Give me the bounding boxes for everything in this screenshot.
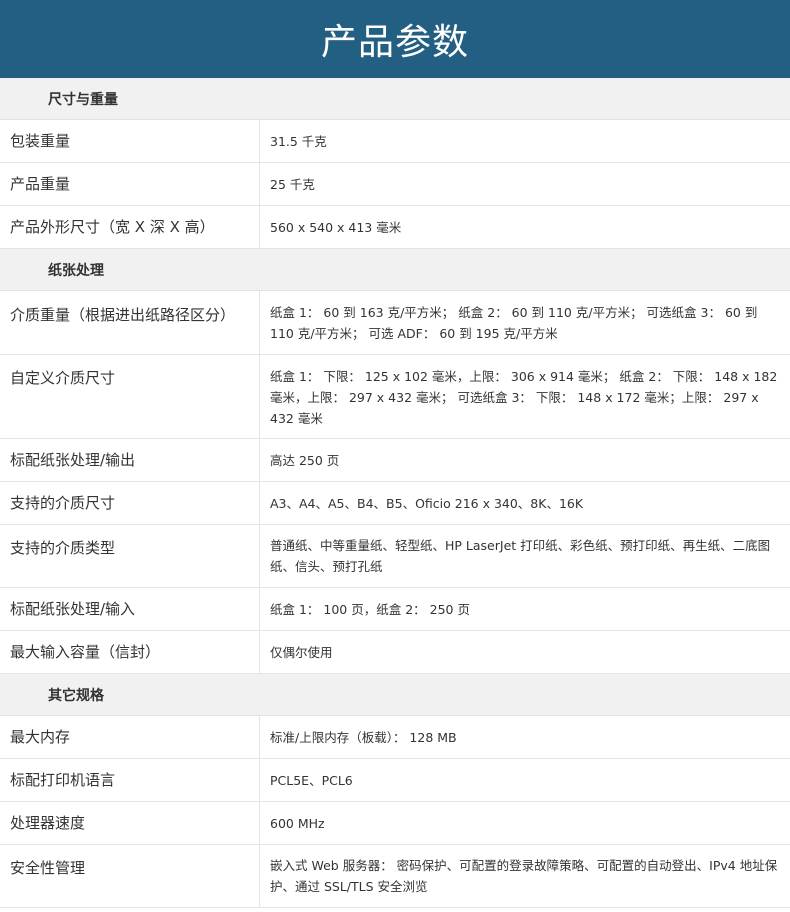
section-paper-handling: 纸张处理 介质重量（根据进出纸路径区分） 纸盒 1： 60 到 163 克/平方… (0, 249, 790, 674)
spec-label: 安全性管理 (0, 845, 260, 907)
spec-label: 标配打印机语言 (0, 759, 260, 801)
spec-row: 支持的介质尺寸 A3、A4、A5、B4、B5、Oficio 216 x 340、… (0, 482, 790, 525)
spec-value: 普通纸、中等重量纸、轻型纸、HP LaserJet 打印纸、彩色纸、预打印纸、再… (270, 538, 771, 574)
spec-value: 嵌入式 Web 服务器： 密码保护、可配置的登录故障策略、可配置的自动登出、IP… (270, 858, 778, 894)
spec-label: 标配纸张处理/输出 (0, 439, 260, 481)
spec-row: 介质重量（根据进出纸路径区分） 纸盒 1： 60 到 163 克/平方米； 纸盒… (0, 291, 790, 355)
spec-label: 介质重量（根据进出纸路径区分） (0, 291, 260, 354)
section-title: 纸张处理 (0, 249, 790, 291)
spec-label: 包装重量 (0, 120, 260, 162)
section-size-weight: 尺寸与重量 包装重量 31.5 千克 产品重量 25 千克 产品外形尺寸（宽 X… (0, 78, 790, 249)
spec-row: 安全性管理 嵌入式 Web 服务器： 密码保护、可配置的登录故障策略、可配置的自… (0, 845, 790, 908)
spec-value: 560 x 540 x 413 毫米 (270, 220, 402, 235)
spec-value: 标准/上限内存（板载）： 128 MB (270, 730, 457, 745)
spec-label: 产品外形尺寸（宽 X 深 X 高） (0, 206, 260, 248)
section-title: 其它规格 (0, 674, 790, 716)
spec-value: 纸盒 1： 下限： 125 x 102 毫米，上限： 306 x 914 毫米；… (270, 369, 778, 426)
spec-label: 自定义介质尺寸 (0, 355, 260, 438)
spec-label: 支持的介质类型 (0, 525, 260, 587)
spec-row: 产品外形尺寸（宽 X 深 X 高） 560 x 540 x 413 毫米 (0, 206, 790, 249)
page-title: 产品参数 (320, 22, 469, 63)
spec-row: 标配纸张处理/输出 高达 250 页 (0, 439, 790, 482)
spec-row: 自定义介质尺寸 纸盒 1： 下限： 125 x 102 毫米，上限： 306 x… (0, 355, 790, 439)
spec-value: 高达 250 页 (270, 453, 340, 468)
spec-row: 支持的介质类型 普通纸、中等重量纸、轻型纸、HP LaserJet 打印纸、彩色… (0, 525, 790, 588)
spec-value: 31.5 千克 (270, 134, 327, 149)
spec-label: 产品重量 (0, 163, 260, 205)
page-header: 产品参数 (0, 0, 790, 78)
spec-label: 处理器速度 (0, 802, 260, 844)
spec-label: 最大内存 (0, 716, 260, 758)
spec-row: 标配打印机语言 PCL5E、PCL6 (0, 759, 790, 802)
spec-row: 处理器速度 600 MHz (0, 802, 790, 845)
section-other-specs: 其它规格 最大内存 标准/上限内存（板载）： 128 MB 标配打印机语言 PC… (0, 674, 790, 908)
spec-row: 最大输入容量（信封） 仅偶尔使用 (0, 631, 790, 674)
spec-value: 600 MHz (270, 816, 325, 831)
spec-label: 标配纸张处理/输入 (0, 588, 260, 630)
section-title: 尺寸与重量 (0, 78, 790, 120)
spec-row: 产品重量 25 千克 (0, 163, 790, 206)
spec-value: PCL5E、PCL6 (270, 773, 353, 788)
spec-value: 纸盒 1： 60 到 163 克/平方米； 纸盒 2： 60 到 110 克/平… (270, 305, 758, 341)
spec-label: 最大输入容量（信封） (0, 631, 260, 673)
spec-value: 纸盒 1： 100 页，纸盒 2： 250 页 (270, 602, 470, 617)
spec-row: 最大内存 标准/上限内存（板载）： 128 MB (0, 716, 790, 759)
spec-row: 包装重量 31.5 千克 (0, 120, 790, 163)
spec-row: 标配纸张处理/输入 纸盒 1： 100 页，纸盒 2： 250 页 (0, 588, 790, 631)
spec-value: A3、A4、A5、B4、B5、Oficio 216 x 340、8K、16K (270, 496, 584, 511)
spec-value: 25 千克 (270, 177, 315, 192)
spec-label: 支持的介质尺寸 (0, 482, 260, 524)
spec-value: 仅偶尔使用 (270, 645, 333, 660)
